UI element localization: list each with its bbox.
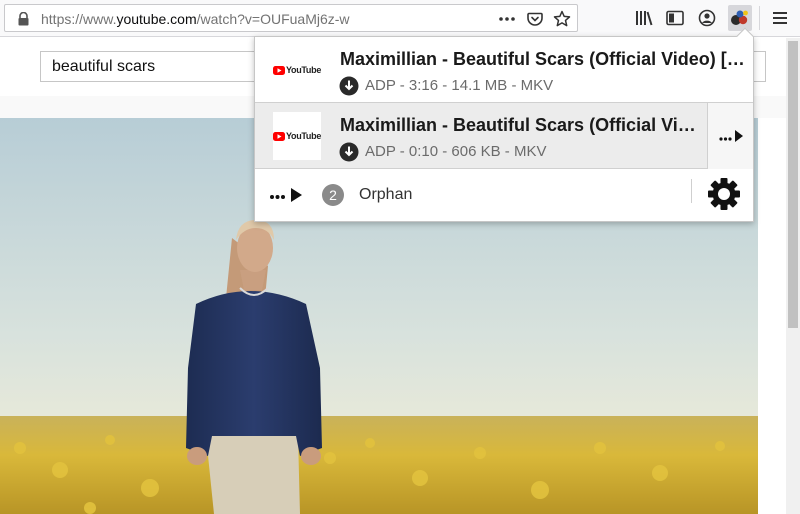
item-meta: ADP - 0:10 - 606 KB - MKV bbox=[365, 143, 547, 160]
download-circle-icon[interactable] bbox=[339, 142, 359, 162]
lock-icon[interactable] bbox=[17, 12, 30, 26]
popup-footer: 2 Orphan bbox=[255, 169, 753, 221]
search-query: beautiful scars bbox=[52, 58, 156, 75]
more-actions-icon bbox=[270, 188, 302, 202]
orphan-count-badge[interactable]: 2 bbox=[322, 184, 344, 206]
sidebar-icon[interactable] bbox=[665, 8, 685, 28]
footer-separator bbox=[691, 179, 692, 203]
account-icon[interactable] bbox=[697, 8, 717, 28]
url-text[interactable]: https://www.youtube.com/watch?v=OUFuaMj6… bbox=[41, 11, 350, 27]
orphan-label[interactable]: Orphan bbox=[359, 186, 412, 204]
download-item[interactable]: YouTube Maximillian - Beautiful Scars (O… bbox=[255, 103, 753, 169]
url-host: youtube.com bbox=[116, 11, 197, 27]
download-item[interactable]: YouTube Maximillian - Beautiful Scars (O… bbox=[255, 37, 753, 103]
url-path: /watch?v=OUFuaMj6z-w bbox=[196, 11, 350, 27]
gear-icon[interactable] bbox=[707, 177, 741, 211]
toolbar-separator bbox=[759, 6, 760, 30]
more-actions-button[interactable] bbox=[264, 175, 308, 215]
youtube-logo-icon: YouTube bbox=[272, 131, 321, 141]
library-icon[interactable] bbox=[634, 8, 654, 28]
video-downloadhelper-icon bbox=[731, 10, 748, 25]
download-circle-icon[interactable] bbox=[339, 76, 359, 96]
item-meta: ADP - 3:16 - 14.1 MB - MKV bbox=[365, 77, 554, 94]
item-thumbnail: YouTube bbox=[272, 112, 321, 160]
item-title: Maximillian - Beautiful Scars (Official … bbox=[340, 115, 700, 135]
more-dots-icon[interactable] bbox=[497, 9, 517, 29]
page-scrollbar[interactable] bbox=[786, 38, 800, 514]
url-prefix: https://www. bbox=[41, 11, 117, 27]
star-icon[interactable] bbox=[552, 9, 572, 29]
page-margin bbox=[758, 118, 786, 514]
youtube-logo-icon: YouTube bbox=[272, 65, 321, 75]
item-title: Maximillian - Beautiful Scars (Official … bbox=[340, 49, 750, 69]
browser-toolbar: https://www.youtube.com/watch?v=OUFuaMj6… bbox=[0, 0, 800, 37]
item-thumbnail: YouTube bbox=[272, 46, 321, 94]
scrollbar-thumb[interactable] bbox=[788, 41, 798, 328]
downloader-popup: YouTube Maximillian - Beautiful Scars (O… bbox=[254, 27, 754, 222]
more-actions-icon bbox=[718, 130, 743, 142]
extension-button[interactable] bbox=[728, 5, 752, 31]
pocket-icon[interactable] bbox=[525, 9, 545, 29]
more-actions-button[interactable] bbox=[707, 103, 753, 169]
url-bar[interactable]: https://www.youtube.com/watch?v=OUFuaMj6… bbox=[4, 4, 578, 32]
hamburger-menu-icon[interactable] bbox=[770, 8, 790, 28]
